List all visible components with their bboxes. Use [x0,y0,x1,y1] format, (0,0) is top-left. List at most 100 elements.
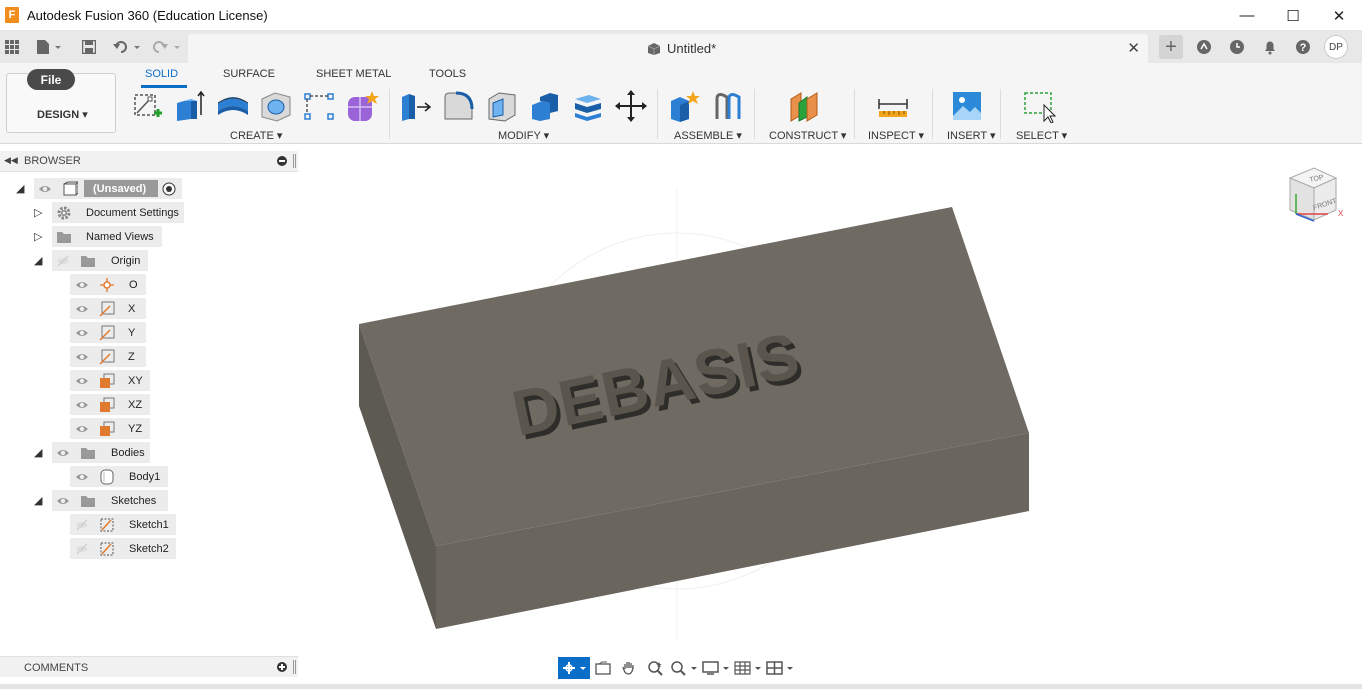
pattern-icon[interactable] [302,89,336,123]
bodies-label[interactable]: Bodies [111,447,145,459]
close-button[interactable]: ✕ [1316,0,1362,31]
create-group-label[interactable]: CREATE ▾ [230,129,282,142]
sketch1-label[interactable]: Sketch1 [129,519,169,531]
collapse-browser-icon[interactable] [277,156,287,166]
grid-snaps-icon[interactable] [732,657,764,679]
press-pull-icon[interactable] [399,89,433,123]
file-menu-icon[interactable] [34,38,64,56]
expand-triangle-icon[interactable]: ▷ [34,206,42,219]
create-sketch-icon[interactable] [130,89,164,123]
modify-group-label[interactable]: MODIFY ▾ [498,129,549,142]
create-form-icon[interactable] [345,89,379,123]
pan-hand-icon[interactable] [616,657,642,679]
measure-icon[interactable] [876,89,910,123]
file-button[interactable]: File [27,69,75,90]
expand-triangle-icon[interactable]: ◢ [16,182,24,195]
document-settings-label[interactable]: Document Settings [86,207,179,219]
z-axis-label[interactable]: Z [128,351,135,363]
hole-icon[interactable] [259,89,293,123]
save-icon[interactable] [80,38,98,56]
tab-solid[interactable]: SOLID [145,68,178,80]
move-icon[interactable] [614,89,648,123]
insert-image-icon[interactable] [950,89,984,123]
split-body-icon[interactable] [571,89,605,123]
help-question-icon[interactable]: ? [1291,35,1315,59]
new-component-icon[interactable] [668,89,702,123]
panel-grip-icon[interactable] [293,154,296,168]
origin-label[interactable]: Origin [111,255,140,267]
maximize-button[interactable]: ☐ [1270,0,1316,31]
job-status-clock-icon[interactable] [1225,35,1249,59]
activate-radio-icon[interactable] [162,182,176,196]
minimize-button[interactable]: — [1224,0,1270,31]
hidden-eye-icon[interactable] [56,254,70,268]
hidden-eye-icon[interactable] [75,518,89,532]
extensions-icon[interactable] [1192,35,1216,59]
xz-plane-label[interactable]: XZ [128,399,142,411]
y-axis-label[interactable]: Y [128,327,135,339]
visibility-eye-icon[interactable] [75,350,89,364]
visibility-eye-icon[interactable] [75,422,89,436]
extrude-icon[interactable] [173,89,207,123]
add-comment-icon[interactable] [277,662,287,672]
look-at-icon[interactable] [590,657,616,679]
workspace-dropdown[interactable]: DESIGN ▾ [37,108,88,121]
model-viewport[interactable]: DEBASIS DEBASIS [298,144,1362,689]
xy-plane-label[interactable]: XY [128,375,143,387]
joint-icon[interactable] [711,89,745,123]
yz-plane-label[interactable]: YZ [128,423,142,435]
tab-tools[interactable]: TOOLS [429,68,466,80]
new-tab-plus-icon[interactable]: + [1159,35,1183,59]
notifications-bell-icon[interactable] [1258,35,1282,59]
visibility-eye-icon[interactable] [56,446,70,460]
expand-triangle-icon[interactable]: ▷ [34,230,42,243]
visibility-eye-icon[interactable] [75,302,89,316]
visibility-eye-icon[interactable] [56,494,70,508]
collapse-panel-icon[interactable]: ◀◀ [4,155,18,166]
select-group-label[interactable]: SELECT ▾ [1016,129,1067,142]
document-tab[interactable]: Untitled* ✕ [188,34,1148,63]
expand-triangle-icon[interactable]: ◢ [34,494,42,507]
inspect-group-label[interactable]: INSPECT ▾ [868,129,924,142]
visibility-eye-icon[interactable] [75,398,89,412]
user-avatar[interactable]: DP [1324,35,1348,59]
visibility-eye-icon[interactable] [75,278,89,292]
undo-icon[interactable] [112,38,142,56]
expand-triangle-icon[interactable]: ◢ [34,446,42,459]
viewport-canvas[interactable]: DEBASIS DEBASIS TOP FRONT X [298,144,1362,689]
panel-grip-icon[interactable] [293,660,296,674]
orbit-dropdown-button[interactable] [558,657,590,679]
tab-surface[interactable]: SURFACE [223,68,275,80]
insert-group-label[interactable]: INSERT ▾ [947,129,996,142]
fit-dropdown-icon[interactable] [668,657,700,679]
data-panel-grid-icon[interactable] [4,38,20,56]
sketches-label[interactable]: Sketches [111,495,156,507]
combine-icon[interactable] [528,89,562,123]
expand-triangle-icon[interactable]: ◢ [34,254,42,267]
offset-plane-icon[interactable] [787,89,821,123]
sketch2-label[interactable]: Sketch2 [129,543,169,555]
close-tab-icon[interactable]: ✕ [1127,39,1140,57]
window-select-icon[interactable] [1022,89,1056,123]
shell-icon[interactable] [485,89,519,123]
origin-point-label[interactable]: O [129,279,138,291]
fillet-icon[interactable] [442,89,476,123]
named-views-label[interactable]: Named Views [86,231,154,243]
zoom-icon[interactable] [642,657,668,679]
tab-sheet-metal[interactable]: SHEET METAL [316,68,391,80]
viewports-icon[interactable] [764,657,796,679]
hidden-eye-icon[interactable] [75,542,89,556]
visibility-eye-icon[interactable] [38,182,52,196]
visibility-eye-icon[interactable] [75,326,89,340]
redo-icon[interactable] [152,38,182,56]
root-component-label[interactable]: (Unsaved) [93,183,146,195]
body1-label[interactable]: Body1 [129,471,160,483]
construct-group-label[interactable]: CONSTRUCT ▾ [769,129,846,142]
visibility-eye-icon[interactable] [75,374,89,388]
visibility-eye-icon[interactable] [75,470,89,484]
x-axis-label[interactable]: X [128,303,135,315]
assemble-group-label[interactable]: ASSEMBLE ▾ [674,129,742,142]
display-settings-icon[interactable] [700,657,732,679]
revolve-icon[interactable] [216,89,250,123]
viewcube[interactable]: TOP FRONT X [1284,164,1344,226]
